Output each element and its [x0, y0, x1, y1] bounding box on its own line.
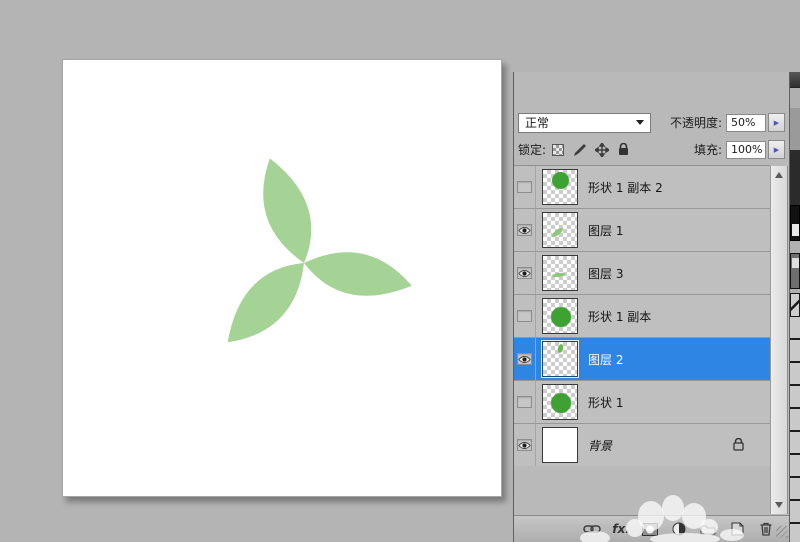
layer-name[interactable]: 形状 1 [588, 394, 623, 411]
fill-value: 100% [731, 143, 762, 156]
layer-thumbnail[interactable] [542, 384, 578, 420]
layer-name[interactable]: 形状 1 副本 2 [588, 179, 663, 196]
visibility-toggle[interactable] [517, 181, 532, 193]
fill-input[interactable]: 100% [726, 141, 766, 159]
lock-all-icon[interactable] [616, 143, 631, 157]
visibility-toggle[interactable] [517, 310, 532, 322]
layer-lock-icon [733, 438, 744, 454]
opacity-label: 不透明度: [670, 114, 722, 131]
layer-row[interactable]: 图层 1 [514, 209, 770, 252]
dock-cells [790, 317, 800, 542]
scroll-up-icon[interactable] [771, 168, 787, 182]
chevron-down-icon [636, 120, 644, 125]
thumb-mark [551, 307, 571, 327]
layer-thumbnail[interactable] [542, 212, 578, 248]
dock-thumbnail [790, 205, 800, 241]
opacity-slider-button[interactable]: ▶ [768, 113, 785, 132]
docked-panel-strip [790, 88, 800, 542]
thumb-mark [552, 272, 565, 278]
thumb-mark [551, 393, 571, 413]
layer-thumbnail[interactable] [542, 341, 578, 377]
layer-thumbnail[interactable] [542, 169, 578, 205]
visibility-toggle[interactable] [517, 439, 532, 451]
panel-resize-grip[interactable] [776, 526, 788, 538]
layers-scrollbar[interactable] [770, 166, 788, 514]
lock-position-icon[interactable] [594, 143, 609, 157]
layers-bottom-toolbar: fx. [514, 515, 789, 542]
layer-row[interactable]: 图层 3 [514, 252, 770, 295]
add-layer-mask-icon[interactable] [641, 521, 659, 537]
layer-name[interactable]: 背景 [588, 437, 612, 454]
document-canvas[interactable] [62, 59, 502, 497]
visibility-toggle[interactable] [517, 267, 532, 279]
lock-transparency-icon[interactable] [550, 143, 565, 157]
layer-name[interactable]: 图层 2 [588, 351, 623, 368]
blend-mode-value: 正常 [525, 114, 549, 131]
new-group-icon[interactable] [699, 521, 717, 537]
dock-thumbnail [790, 253, 800, 289]
layer-row[interactable]: 形状 1 副本 2 [514, 166, 770, 209]
layers-list-empty-area [514, 466, 770, 515]
layer-row[interactable]: 图层 2 [514, 338, 770, 381]
layer-name[interactable]: 图层 1 [588, 222, 623, 239]
layer-row[interactable]: 背景 [514, 424, 770, 467]
three-leaf-shape [63, 60, 503, 497]
thumb-mark [552, 172, 569, 189]
layer-thumbnail[interactable] [542, 298, 578, 334]
layer-thumbnail[interactable] [542, 427, 578, 463]
dock-none-swatch [790, 293, 800, 317]
lock-pixels-brush-icon[interactable] [572, 143, 587, 157]
link-layers-icon[interactable] [583, 521, 601, 537]
layer-thumbnail[interactable] [542, 255, 578, 291]
adjustment-layer-icon[interactable] [670, 521, 688, 537]
new-layer-icon[interactable] [728, 521, 746, 537]
lock-label: 锁定: [518, 141, 546, 158]
visibility-toggle[interactable] [517, 396, 532, 408]
layer-row[interactable]: 形状 1 副本 [514, 295, 770, 338]
opacity-input[interactable]: 50% [726, 114, 766, 132]
opacity-value: 50% [731, 116, 755, 129]
fill-slider-button[interactable]: ▶ [768, 140, 785, 159]
layers-panel-controls: 正常 不透明度: 50% ▶ 锁定: 填充: [514, 109, 789, 165]
visibility-toggle[interactable] [517, 353, 532, 365]
layer-name[interactable]: 图层 3 [588, 265, 623, 282]
scroll-down-icon[interactable] [771, 498, 787, 512]
blend-mode-select[interactable]: 正常 [518, 113, 651, 133]
fill-label: 填充: [694, 141, 722, 158]
thumb-mark [543, 428, 577, 462]
layer-row[interactable]: 形状 1 [514, 381, 770, 424]
layers-list: 形状 1 副本 2 图层 1 图层 3 形状 1 副本 [514, 165, 770, 466]
delete-layer-icon[interactable] [757, 521, 775, 537]
thumb-mark [551, 227, 564, 239]
thumb-mark [557, 344, 564, 354]
visibility-toggle[interactable] [517, 224, 532, 236]
layer-name[interactable]: 形状 1 副本 [588, 308, 651, 325]
layer-style-icon[interactable]: fx. [612, 521, 630, 537]
